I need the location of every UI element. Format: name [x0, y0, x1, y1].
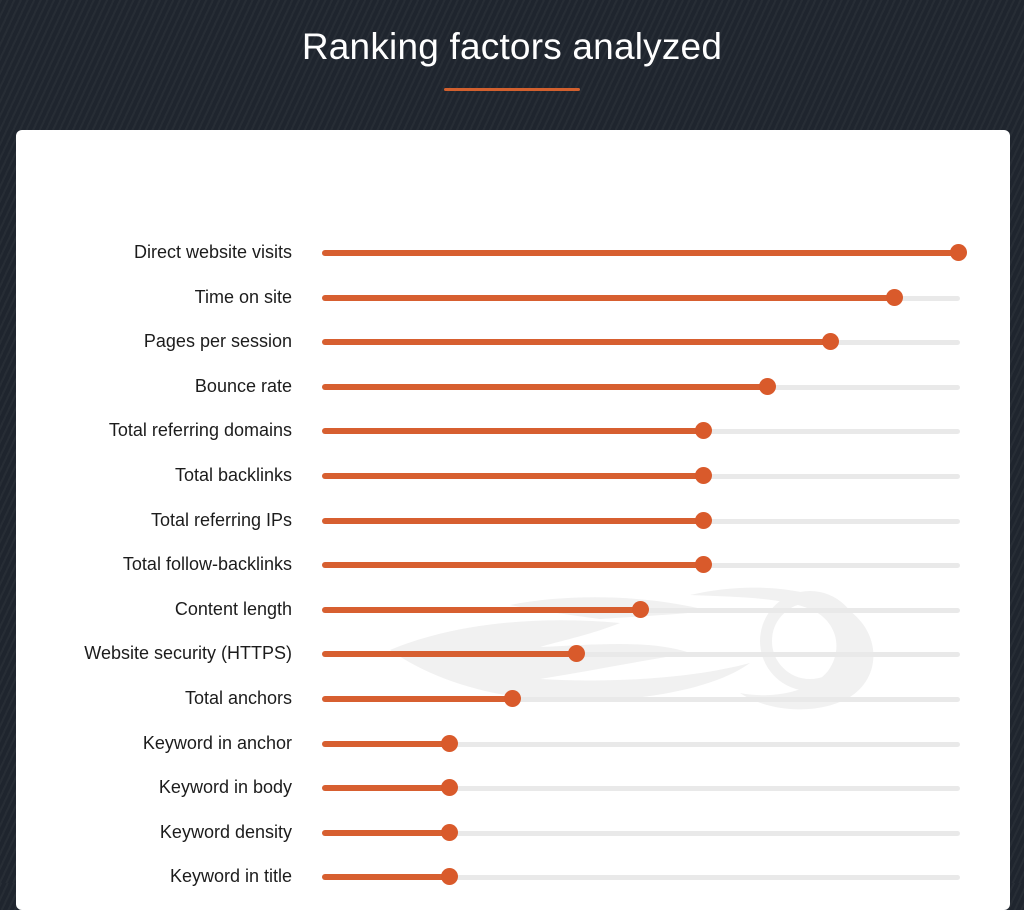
bar-fill	[322, 294, 895, 301]
bar-fill	[322, 428, 704, 435]
category-label: Total backlinks	[174, 465, 292, 485]
category-label: Total anchors	[184, 688, 292, 708]
chart-row: Time on site	[0, 283, 1024, 313]
value-dot	[695, 467, 713, 484]
category-label: Time on site	[194, 286, 292, 307]
category-label: Keyword in anchor	[142, 732, 292, 753]
category-label: Total referring IPs	[150, 509, 292, 530]
value-dot	[695, 511, 713, 529]
chart-row: Total backlinks	[0, 461, 1024, 491]
bar-fill	[322, 250, 958, 256]
value-dot	[885, 288, 903, 306]
category-label: Keyword in title	[169, 866, 292, 887]
value-dot	[949, 244, 967, 261]
bar-fill	[322, 383, 768, 390]
category-label: Pages per session	[143, 331, 292, 352]
bar-fill	[322, 606, 640, 613]
value-dot	[822, 333, 840, 351]
value-dot	[695, 422, 713, 440]
chart-row: Total referring IPs	[0, 506, 1024, 536]
chart-row: Keyword density	[0, 818, 1024, 848]
bar-fill	[322, 696, 513, 702]
chart-row: Bounce rate	[0, 372, 1024, 402]
bar-fill	[322, 339, 831, 346]
chart-row: Keyword in title	[0, 862, 1024, 892]
chart-row: Website security (HTTPS)	[0, 639, 1024, 669]
bar-fill	[322, 651, 577, 658]
bar-fill	[322, 829, 450, 836]
category-label: Keyword in body	[158, 777, 292, 798]
value-dot	[440, 823, 458, 841]
value-dot	[440, 779, 458, 797]
chart-row: Keyword in body	[0, 773, 1024, 803]
value-dot	[567, 645, 585, 663]
chart-rows: Direct website visits Time on site Pages p…	[0, 0, 1024, 886]
bar-fill	[322, 740, 450, 747]
category-label: Total referring domains	[108, 420, 292, 441]
bar-fill	[322, 473, 704, 479]
chart-row: Pages per session	[0, 327, 1024, 357]
chart-row: Total anchors	[0, 684, 1024, 714]
category-label: Direct website visits	[133, 242, 292, 262]
chart-row: Content length	[0, 595, 1024, 625]
chart-row: Direct website visits	[0, 238, 1024, 268]
value-dot	[504, 690, 522, 707]
value-dot	[631, 600, 649, 618]
chart-row: Total follow-backlinks	[0, 550, 1024, 580]
bar-fill	[322, 562, 704, 569]
category-label: Total follow-backlinks	[122, 554, 292, 575]
chart-row: Total referring domains	[0, 416, 1024, 446]
value-dot	[695, 556, 713, 574]
bar-fill	[322, 874, 450, 881]
value-dot	[440, 734, 458, 752]
category-label: Bounce rate	[194, 375, 292, 396]
chart-row: Keyword in anchor	[0, 729, 1024, 759]
category-label: Website security (HTTPS)	[84, 643, 292, 664]
category-label: Content length	[174, 598, 292, 619]
bar-fill	[322, 785, 450, 792]
value-dot	[758, 377, 776, 395]
bar-fill	[322, 517, 704, 524]
category-label: Keyword density	[159, 821, 292, 842]
